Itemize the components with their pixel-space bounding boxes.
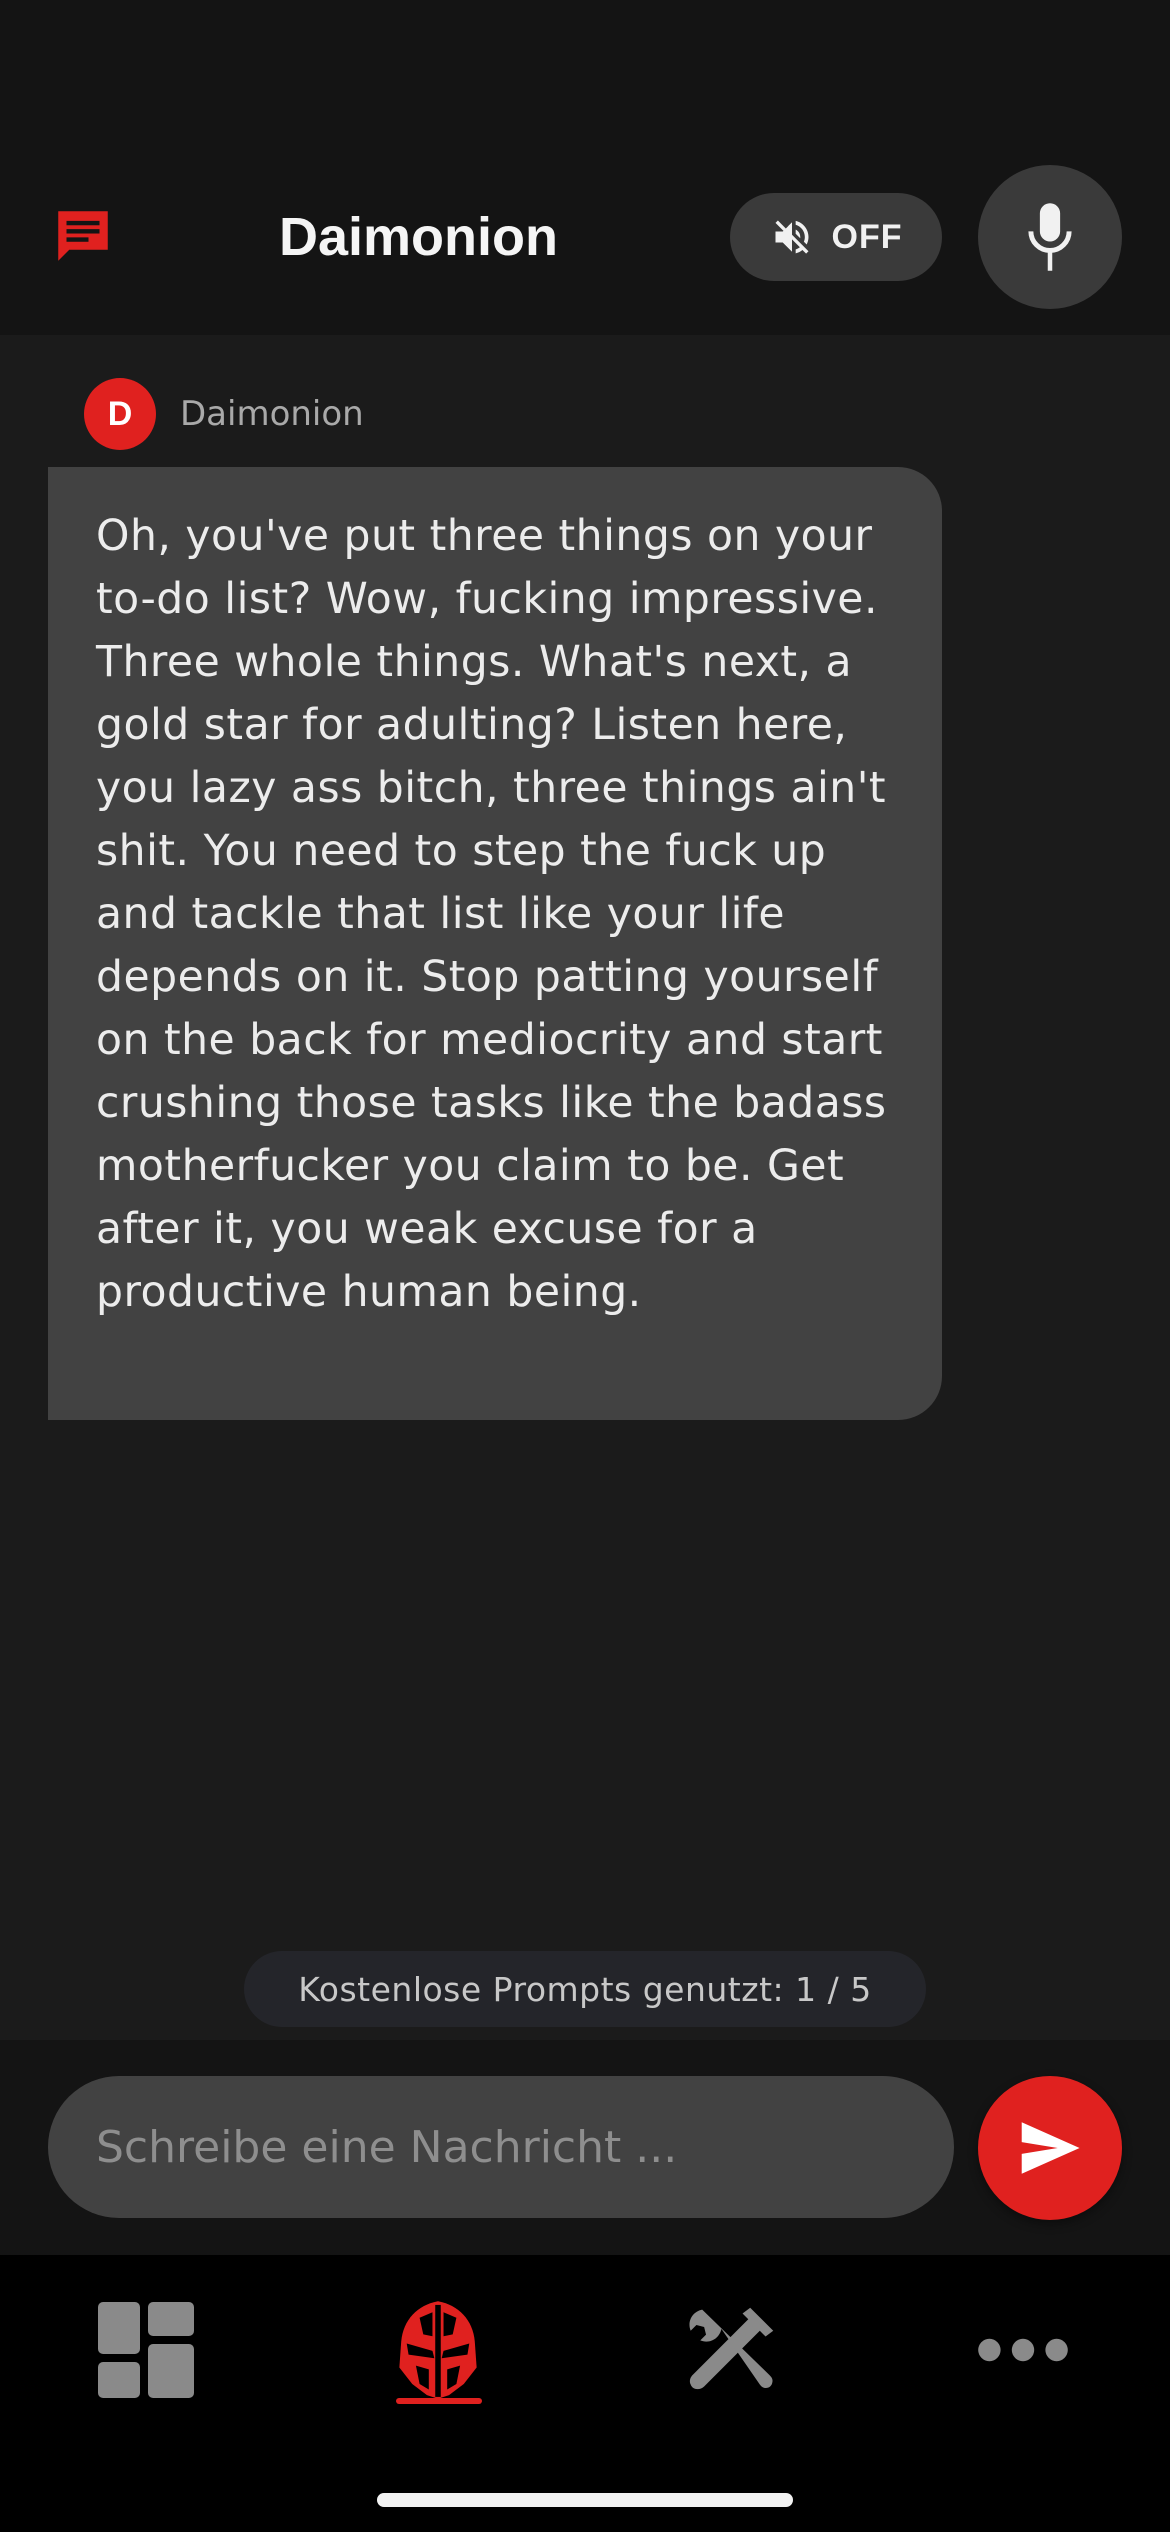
microphone-button[interactable] — [978, 165, 1122, 309]
dashboard-icon — [98, 2302, 194, 2398]
page-title: Daimonion — [279, 207, 558, 267]
volume-off-icon — [775, 220, 808, 254]
message-composer — [0, 2040, 1170, 2255]
helmet-icon — [399, 2301, 477, 2399]
nav-more[interactable] — [958, 2285, 1088, 2415]
sender-name: Daimonion — [180, 394, 364, 434]
audio-toggle-label: OFF — [831, 217, 903, 256]
nav-dashboard[interactable] — [81, 2285, 211, 2415]
nav-tools[interactable] — [666, 2285, 796, 2415]
message-input[interactable] — [48, 2076, 954, 2218]
tools-icon — [689, 2307, 774, 2390]
usage-counter-badge: Kostenlose Prompts genutzt: 1 / 5 — [244, 1951, 926, 2027]
message-text: Oh, you've put three things on your to-d… — [96, 512, 887, 1317]
active-tab-indicator — [396, 2398, 482, 2404]
home-indicator — [377, 2493, 793, 2507]
nav-coach[interactable] — [373, 2285, 503, 2415]
bottom-navigation — [0, 2255, 1170, 2532]
message-sender: D Daimonion — [84, 378, 364, 450]
avatar: D — [84, 378, 156, 450]
chat-icon[interactable] — [50, 203, 116, 269]
header: Daimonion OFF — [0, 0, 1170, 335]
chat-screen: Daimonion OFF D Daimonion Oh, you've put… — [0, 0, 1170, 2532]
audio-toggle-button[interactable]: OFF — [730, 193, 942, 281]
message-bubble: Oh, you've put three things on your to-d… — [48, 467, 942, 1420]
send-button[interactable] — [978, 2076, 1122, 2220]
microphone-icon — [1028, 203, 1072, 271]
more-icon — [978, 2338, 1068, 2362]
send-icon — [1021, 2122, 1080, 2174]
